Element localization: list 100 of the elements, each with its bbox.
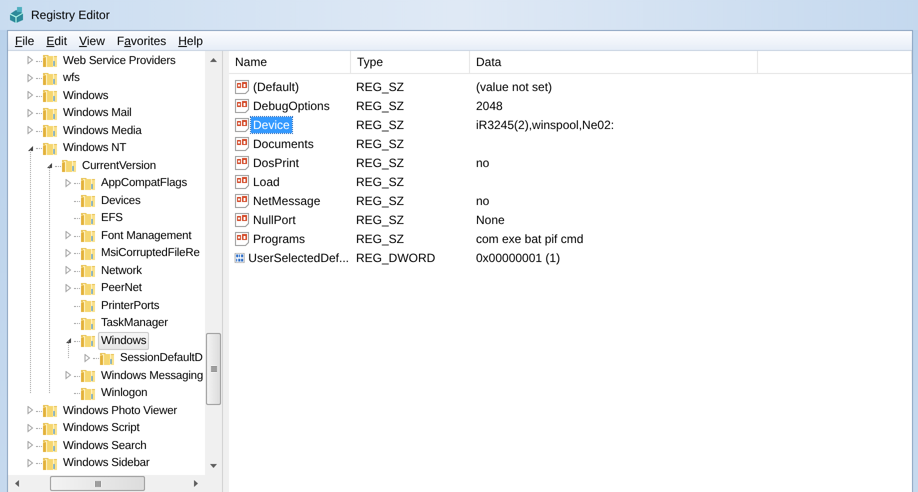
folder-icon <box>80 227 96 244</box>
scroll-left-icon <box>14 479 20 488</box>
value-name[interactable]: UserSelectedDef... <box>246 250 351 266</box>
folder-icon <box>80 332 96 350</box>
expand-triangle-icon[interactable] <box>64 371 72 380</box>
value-type: REG_SZ <box>355 194 406 208</box>
expand-triangle-icon[interactable] <box>26 108 34 118</box>
expand-triangle-icon[interactable] <box>26 406 34 416</box>
grip-icon <box>208 366 218 372</box>
grip-icon <box>94 478 100 488</box>
expand-triangle-icon[interactable] <box>64 248 72 258</box>
menu-item[interactable]: Edit <box>40 32 74 48</box>
tree-item[interactable]: Windows Messaging <box>98 366 205 385</box>
folder-icon <box>42 437 58 454</box>
expand-triangle-icon[interactable] <box>26 441 34 450</box>
value-data: no <box>475 156 490 170</box>
tree-item[interactable]: TaskManager <box>98 314 171 332</box>
tree-item[interactable]: Windows Mail <box>60 104 135 122</box>
expand-triangle-icon[interactable] <box>64 178 72 188</box>
value-data: 2048 <box>475 98 503 112</box>
tree-item[interactable]: CurrentVersion <box>79 156 159 175</box>
value-name[interactable]: NullPort <box>251 212 298 228</box>
tree-item[interactable]: Windows <box>98 332 150 350</box>
tree-item[interactable]: Winlogon <box>98 384 150 402</box>
tree-item[interactable]: Windows Sidebar <box>60 454 152 472</box>
expand-triangle-icon[interactable] <box>64 284 72 293</box>
menu-item[interactable]: File <box>9 32 40 48</box>
tree-item[interactable]: Network <box>98 262 145 280</box>
collapse-triangle-icon[interactable] <box>46 162 52 170</box>
value-name[interactable]: DebugOptions <box>251 98 332 114</box>
string-value-icon <box>234 174 250 190</box>
expand-triangle-icon[interactable] <box>26 56 34 66</box>
value-name[interactable]: Programs <box>251 230 308 246</box>
value-data: 0x00000001 (1) <box>475 250 560 264</box>
value-data: com exe bat pif cmd <box>475 232 584 246</box>
tree-item[interactable]: PrinterPorts <box>98 296 162 315</box>
folder-icon <box>42 52 58 70</box>
folder-icon <box>80 262 96 280</box>
expand-triangle-icon[interactable] <box>84 354 90 363</box>
folder-icon <box>61 157 77 174</box>
collapse-triangle-icon[interactable] <box>26 144 34 152</box>
expand-triangle-icon[interactable] <box>26 74 34 83</box>
horizontal-scrollbar[interactable] <box>8 475 205 492</box>
value-type: REG_SZ <box>355 118 406 132</box>
value-type: REG_SZ <box>355 156 406 170</box>
column-header[interactable]: Name <box>229 51 351 73</box>
expand-triangle-icon[interactable] <box>26 126 34 136</box>
expand-triangle-icon[interactable] <box>64 266 72 276</box>
string-value-icon <box>234 98 250 114</box>
folder-icon <box>80 192 96 210</box>
value-type: REG_SZ <box>355 98 406 112</box>
expand-triangle-icon[interactable] <box>64 231 72 240</box>
scroll-down-icon <box>209 463 218 469</box>
folder-icon <box>42 402 58 420</box>
tree-item[interactable]: Windows Media <box>60 122 145 140</box>
menu-item[interactable]: Help <box>172 32 209 48</box>
string-value-icon <box>234 212 250 228</box>
value-data: None <box>475 212 505 226</box>
column-header[interactable]: Type <box>351 51 470 73</box>
value-name[interactable]: Documents <box>251 136 316 152</box>
value-name[interactable]: DosPrint <box>251 154 302 170</box>
folder-icon <box>42 87 58 104</box>
tree-item[interactable]: wfs <box>60 69 83 88</box>
value-data: (value not set) <box>475 80 552 94</box>
tree-item[interactable]: MsiCorruptedFileRe <box>98 244 203 262</box>
tree-item[interactable]: AppCompatFlags <box>98 174 190 192</box>
tree-item[interactable]: Windows Script <box>60 419 142 438</box>
tree-item[interactable]: Windows Photo Viewer <box>60 402 180 420</box>
expand-triangle-icon[interactable] <box>26 91 34 100</box>
value-name[interactable]: Load <box>251 174 282 190</box>
string-value-icon <box>234 230 250 246</box>
value-name[interactable]: (Default) <box>251 78 302 94</box>
tree-item[interactable]: Devices <box>98 192 144 210</box>
string-value-icon <box>234 136 250 152</box>
string-value-icon <box>234 154 250 170</box>
tree-item[interactable]: Windows NT <box>60 139 130 158</box>
column-header[interactable]: Data <box>470 51 758 73</box>
value-data: iR3245(2),winspool,Ne02: <box>475 118 614 132</box>
expand-triangle-icon[interactable] <box>26 424 34 433</box>
value-type: REG_SZ <box>355 212 406 226</box>
tree-item[interactable]: EFS <box>98 209 126 228</box>
string-value-icon <box>234 116 250 132</box>
value-type: REG_SZ <box>355 80 406 94</box>
string-value-icon <box>234 78 250 94</box>
value-data: no <box>475 194 490 208</box>
collapse-triangle-icon[interactable] <box>64 337 72 344</box>
tree-item[interactable]: Web Service Providers <box>60 52 179 70</box>
tree-item[interactable]: Font Management <box>98 226 194 245</box>
tree-item[interactable]: Windows <box>60 86 112 105</box>
tree-item[interactable]: SessionDefaultD <box>117 349 205 368</box>
vertical-scrollbar[interactable] <box>205 51 222 475</box>
folder-icon <box>42 122 58 140</box>
expand-triangle-icon[interactable] <box>26 458 34 468</box>
tree-item[interactable]: Windows Search <box>60 436 150 455</box>
menu-item[interactable]: Favorites <box>110 32 172 48</box>
value-name[interactable]: NetMessage <box>251 192 322 208</box>
tree-item[interactable]: PeerNet <box>98 279 145 298</box>
value-type: REG_SZ <box>355 174 406 188</box>
menu-item[interactable]: View <box>73 32 111 48</box>
scroll-up-icon <box>209 57 218 63</box>
